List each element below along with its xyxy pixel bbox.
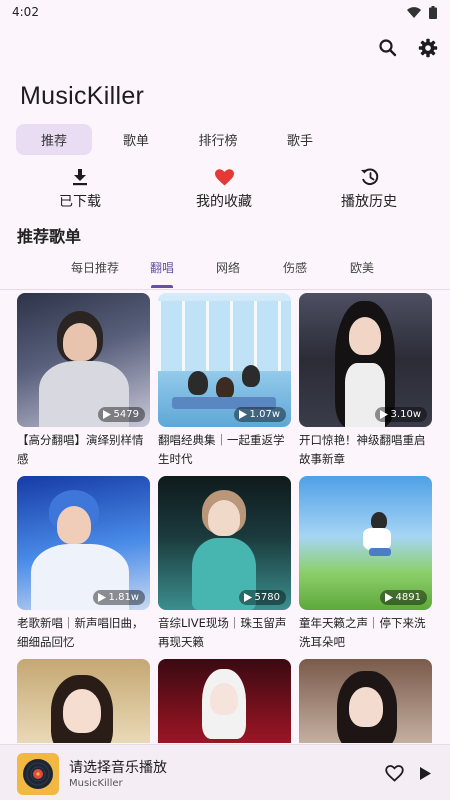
play-icon [102,410,111,419]
status-bar: 4:02 [0,0,450,24]
history-button[interactable]: 播放历史 [319,167,419,211]
player-title: 请选择音乐播放 [69,760,167,776]
section-title: 推荐歌单 [17,227,82,246]
playlist-cover [299,659,432,743]
favorites-button[interactable]: 我的收藏 [174,167,274,211]
playlist-title: 【高分翻唱】演绎别样情感 [17,433,144,466]
playlist-cover: 4891 [299,476,432,610]
playlist-grid: 5479 【高分翻唱】演绎别样情感 1.07w 翻唱经典集｜一起重返学生时代 3 [17,293,433,743]
cover-figure [188,371,208,395]
status-icons [407,5,437,19]
tab-recommend[interactable]: 推荐 [16,124,92,155]
category-tabs: 每日推荐 翻唱 网络 伤感 欧美 [0,254,450,290]
cover-figure [210,683,238,715]
favorite-button[interactable] [383,762,405,784]
tab-charts[interactable]: 排行榜 [180,124,256,155]
cover-figure [216,377,234,399]
playlist-card[interactable] [299,659,432,743]
quick-actions: 已下载 我的收藏 播放历史 [0,167,450,211]
tab-playlists[interactable]: 歌单 [98,124,174,155]
play-icon [238,410,247,419]
play-count-badge: 4891 [379,590,427,605]
tab-artists[interactable]: 歌手 [262,124,338,155]
player-subtitle: MusicKiller [69,778,123,789]
playlist-title: 老歌新唱｜新声唱旧曲，细细品回忆 [17,616,144,649]
playlist-card[interactable] [158,659,291,743]
play-icon [379,410,388,419]
tab-sad[interactable]: 伤感 [283,259,307,276]
downloads-label: 已下载 [59,194,101,210]
play-count-badge: 1.81w [92,590,145,605]
search-icon [379,39,397,57]
play-count-badge: 1.07w [233,407,286,422]
play-count-badge: 5780 [238,590,286,605]
wifi-icon [407,6,421,18]
playlist-title: 童年天籁之声｜停下来洗洗耳朵吧 [299,616,426,649]
app-title: MusicKiller [20,82,145,110]
play-count: 4891 [395,592,421,603]
playlist-card[interactable]: 1.81w 老歌新唱｜新声唱旧曲，细细品回忆 [17,476,150,652]
gear-icon [418,38,438,58]
album-art [17,753,59,795]
vinyl-record-icon [23,759,53,789]
play-icon [243,593,252,602]
playlist-cover: 3.10w [299,293,432,427]
cover-figure [363,528,391,550]
play-icon [419,766,431,780]
cover-figure [242,365,260,387]
heart-icon [214,167,234,187]
cover-figure [63,323,97,361]
play-count: 3.10w [390,409,421,420]
download-icon [72,167,88,187]
playlist-cover [158,659,291,743]
playlist-card[interactable] [17,659,150,743]
playlist-card[interactable]: 5780 音综LIVE现场｜珠玉留声再现天籁 [158,476,291,652]
tab-cover-songs[interactable]: 翻唱 [150,259,174,276]
cover-figure [208,500,240,536]
tab-western[interactable]: 欧美 [350,259,374,276]
search-button[interactable] [376,36,400,60]
playlist-cover: 1.07w [158,293,291,427]
playlist-card[interactable]: 1.07w 翻唱经典集｜一起重返学生时代 [158,293,291,469]
battery-icon [429,5,437,19]
play-count: 5780 [254,592,280,603]
cover-window [158,301,291,371]
status-time: 4:02 [12,5,39,19]
playlist-title: 翻唱经典集｜一起重返学生时代 [158,433,285,466]
playlist-card[interactable]: 4891 童年天籁之声｜停下来洗洗耳朵吧 [299,476,432,652]
active-tab-indicator [151,285,173,288]
play-count: 1.07w [249,409,280,420]
favorites-label: 我的收藏 [196,194,252,210]
cover-figure [349,687,383,727]
play-count: 5479 [113,409,139,420]
heart-outline-icon [384,764,404,782]
playlist-card[interactable]: 3.10w 开口惊艳！神级翻唱重启故事新章 [299,293,432,469]
play-count: 1.81w [108,592,139,603]
play-icon [384,593,393,602]
tab-daily[interactable]: 每日推荐 [71,259,119,276]
cover-figure [57,506,91,544]
history-label: 播放历史 [341,194,397,210]
playlist-cover: 1.81w [17,476,150,610]
playlist-title: 开口惊艳！神级翻唱重启故事新章 [299,433,426,466]
tab-internet[interactable]: 网络 [216,259,240,276]
downloads-button[interactable]: 已下载 [30,167,130,211]
playlist-cover [17,659,150,743]
playlist-cover: 5479 [17,293,150,427]
play-button[interactable] [417,764,433,782]
history-icon [360,167,379,187]
settings-button[interactable] [416,36,440,60]
cover-figure [63,689,101,733]
cover-figure [349,317,381,355]
play-icon [97,593,106,602]
cover-figure [369,548,391,556]
playlist-card[interactable]: 5479 【高分翻唱】演绎别样情感 [17,293,150,469]
mini-player[interactable]: 请选择音乐播放 MusicKiller [0,744,450,800]
play-count-badge: 5479 [97,407,145,422]
top-tabs: 推荐 歌单 排行榜 歌手 [16,124,344,155]
playlist-title: 音综LIVE现场｜珠玉留声再现天籁 [158,616,287,649]
top-actions [376,36,440,60]
playlist-cover: 5780 [158,476,291,610]
play-count-badge: 3.10w [374,407,427,422]
